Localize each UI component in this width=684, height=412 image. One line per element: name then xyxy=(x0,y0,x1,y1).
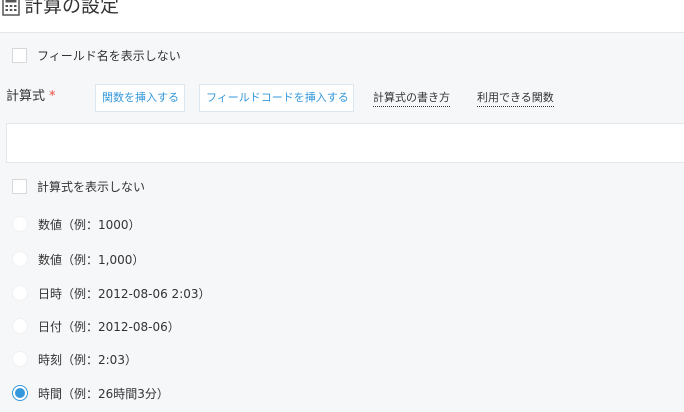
calculator-icon xyxy=(2,0,20,16)
header-divider xyxy=(0,32,684,33)
format-option-date[interactable]: 日付（例：2012-08-06） xyxy=(12,316,180,336)
format-radio-duration[interactable] xyxy=(12,385,28,401)
format-label-number-comma: 数値（例：1,000） xyxy=(38,252,145,267)
hide-formula-label: 計算式を表示しない xyxy=(37,179,146,194)
insert-function-button[interactable]: 関数を挿入する xyxy=(95,84,185,112)
format-radio-time[interactable] xyxy=(12,351,28,367)
format-option-number-comma[interactable]: 数値（例：1,000） xyxy=(12,249,144,269)
how-to-write-formula-link[interactable]: 計算式の書き方 xyxy=(373,90,450,107)
format-option-number[interactable]: 数値（例：1000） xyxy=(12,214,141,234)
insert-field-code-button[interactable]: フィールドコードを挿入する xyxy=(199,84,354,112)
formula-label: 計算式 * xyxy=(6,87,56,107)
formula-input[interactable] xyxy=(6,123,684,163)
hide-field-name-option[interactable]: フィールド名を表示しない xyxy=(12,45,181,65)
format-option-duration[interactable]: 時間（例：26時間3分） xyxy=(12,383,169,403)
hide-formula-checkbox[interactable] xyxy=(12,178,27,194)
format-label-datetime: 日時（例：2012-08-06 2:03） xyxy=(38,286,211,301)
page-title: 計算の設定 xyxy=(24,0,120,17)
format-label-duration: 時間（例：26時間3分） xyxy=(38,386,169,401)
format-radio-number[interactable] xyxy=(12,216,28,232)
hide-formula-option[interactable]: 計算式を表示しない xyxy=(12,176,145,196)
format-radio-number-comma[interactable] xyxy=(12,251,28,267)
format-option-time[interactable]: 時刻（例：2:03） xyxy=(12,349,137,369)
format-label-time: 時刻（例：2:03） xyxy=(38,352,137,367)
format-label-date: 日付（例：2012-08-06） xyxy=(38,319,180,334)
available-functions-link[interactable]: 利用できる関数 xyxy=(477,90,554,107)
format-option-datetime[interactable]: 日時（例：2012-08-06 2:03） xyxy=(12,283,211,303)
format-radio-datetime[interactable] xyxy=(12,285,28,301)
required-mark: * xyxy=(49,89,56,104)
hide-field-name-label: フィールド名を表示しない xyxy=(37,48,181,63)
format-radio-date[interactable] xyxy=(12,318,28,334)
format-label-number: 数値（例：1000） xyxy=(38,217,141,232)
page-header: 計算の設定 xyxy=(0,0,684,32)
formula-label-text: 計算式 xyxy=(6,89,46,104)
hide-field-name-checkbox[interactable] xyxy=(12,47,27,63)
